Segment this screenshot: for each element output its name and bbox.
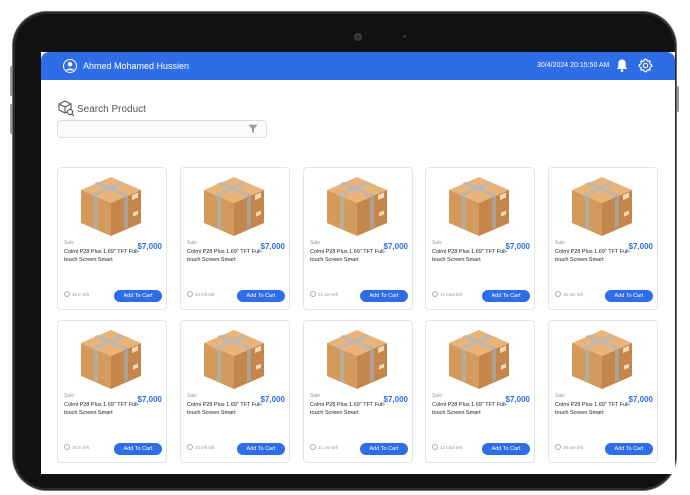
product-name: Colmi P28 Plus 1.69" TFT Full-touch Scre… bbox=[64, 402, 140, 416]
stock-icon bbox=[64, 291, 70, 297]
stock-label: 33 left left bbox=[195, 291, 215, 297]
add-to-cart-button[interactable]: Add To Cart bbox=[482, 290, 530, 302]
stock-info: 12 total left bbox=[432, 291, 462, 297]
product-card[interactable]: Sale $7,000 Colmi P28 Plus 1.69" TFT Ful… bbox=[180, 167, 290, 310]
stock-info: 35 are left bbox=[555, 291, 583, 297]
stock-icon bbox=[64, 444, 70, 450]
stock-icon bbox=[187, 291, 193, 297]
product-price: $7,000 bbox=[260, 242, 285, 251]
stock-label: 21 are left bbox=[318, 444, 339, 450]
sensor-dot bbox=[403, 35, 406, 38]
sale-badge: Sale bbox=[310, 240, 321, 246]
tablet-frame: Ahmed Mohamed Hussien 30/4/2024 20:15:50… bbox=[13, 12, 676, 490]
stock-icon bbox=[432, 444, 438, 450]
stock-info: 33 left left bbox=[187, 291, 215, 297]
add-to-cart-button[interactable]: Add To Cart bbox=[482, 443, 530, 455]
product-price: $7,000 bbox=[628, 395, 653, 404]
cardboard-box-icon bbox=[449, 330, 509, 389]
product-price: $7,000 bbox=[505, 242, 530, 251]
stock-info: 21 are left bbox=[310, 291, 338, 297]
stock-label: 35 are left bbox=[563, 444, 584, 450]
stock-label: 12 total left bbox=[440, 444, 463, 450]
add-to-cart-button[interactable]: Add To Cart bbox=[237, 443, 285, 455]
product-name: Colmi P28 Plus 1.69" TFT Full-touch Scre… bbox=[310, 249, 386, 263]
sale-badge: Sale bbox=[432, 393, 443, 399]
product-price: $7,000 bbox=[260, 395, 285, 404]
product-name: Colmi P28 Plus 1.69" TFT Full-touch Scre… bbox=[555, 402, 631, 416]
stock-label: 35 in left bbox=[72, 291, 90, 297]
add-to-cart-button[interactable]: Add To Cart bbox=[114, 290, 162, 302]
product-card[interactable]: Sale $7,000 Colmi P28 Plus 1.69" TFT Ful… bbox=[548, 320, 658, 463]
stock-label: 35 in left bbox=[72, 444, 90, 450]
stock-icon bbox=[310, 444, 316, 450]
product-price: $7,000 bbox=[505, 395, 530, 404]
product-price: $7,000 bbox=[383, 242, 408, 251]
sale-badge: Sale bbox=[187, 393, 198, 399]
stock-info: 33 left left bbox=[187, 444, 215, 450]
cardboard-box-icon bbox=[204, 177, 264, 236]
stock-icon bbox=[555, 291, 561, 297]
add-to-cart-button[interactable]: Add To Cart bbox=[237, 290, 285, 302]
sale-badge: Sale bbox=[555, 393, 566, 399]
cardboard-box-icon bbox=[327, 330, 387, 389]
stock-label: 35 are left bbox=[563, 291, 584, 297]
cardboard-box-icon bbox=[81, 330, 141, 389]
cardboard-box-icon bbox=[572, 330, 632, 389]
product-name: Colmi P28 Plus 1.69" TFT Full-touch Scre… bbox=[555, 249, 631, 263]
add-to-cart-button[interactable]: Add To Cart bbox=[360, 443, 408, 455]
stock-info: 35 are left bbox=[555, 444, 583, 450]
add-to-cart-button[interactable]: Add To Cart bbox=[114, 443, 162, 455]
product-card[interactable]: Sale $7,000 Colmi P28 Plus 1.69" TFT Ful… bbox=[303, 320, 413, 463]
add-to-cart-button[interactable]: Add To Cart bbox=[360, 290, 408, 302]
stock-info: 35 in left bbox=[64, 291, 89, 297]
sale-badge: Sale bbox=[555, 240, 566, 246]
stock-info: 35 in left bbox=[64, 444, 89, 450]
add-to-cart-button[interactable]: Add To Cart bbox=[605, 290, 653, 302]
app-screen: Ahmed Mohamed Hussien 30/4/2024 20:15:50… bbox=[41, 52, 675, 474]
sale-badge: Sale bbox=[64, 393, 75, 399]
product-card[interactable]: Sale $7,000 Colmi P28 Plus 1.69" TFT Ful… bbox=[57, 320, 167, 463]
sale-badge: Sale bbox=[187, 240, 198, 246]
product-name: Colmi P28 Plus 1.69" TFT Full-touch Scre… bbox=[310, 402, 386, 416]
cardboard-box-icon bbox=[572, 177, 632, 236]
stock-label: 33 left left bbox=[195, 444, 215, 450]
product-name: Colmi P28 Plus 1.69" TFT Full-touch Scre… bbox=[432, 402, 508, 416]
product-card[interactable]: Sale $7,000 Colmi P28 Plus 1.69" TFT Ful… bbox=[303, 167, 413, 310]
sale-badge: Sale bbox=[432, 240, 443, 246]
add-to-cart-button[interactable]: Add To Cart bbox=[605, 443, 653, 455]
product-card[interactable]: Sale $7,000 Colmi P28 Plus 1.69" TFT Ful… bbox=[548, 167, 658, 310]
product-card[interactable]: Sale $7,000 Colmi P28 Plus 1.69" TFT Ful… bbox=[425, 320, 535, 463]
cardboard-box-icon bbox=[81, 177, 141, 236]
stock-label: 21 are left bbox=[318, 291, 339, 297]
stock-label: 12 total left bbox=[440, 291, 463, 297]
stock-icon bbox=[555, 444, 561, 450]
product-name: Colmi P28 Plus 1.69" TFT Full-touch Scre… bbox=[187, 249, 263, 263]
tablet-side-button bbox=[676, 86, 679, 112]
sale-badge: Sale bbox=[310, 393, 321, 399]
cardboard-box-icon bbox=[449, 177, 509, 236]
camera-icon bbox=[354, 33, 362, 41]
stock-info: 21 are left bbox=[310, 444, 338, 450]
product-grid: Sale $7,000 Colmi P28 Plus 1.69" TFT Ful… bbox=[41, 52, 675, 474]
product-price: $7,000 bbox=[137, 395, 162, 404]
cardboard-box-icon bbox=[327, 177, 387, 236]
product-card[interactable]: Sale $7,000 Colmi P28 Plus 1.69" TFT Ful… bbox=[425, 167, 535, 310]
product-card[interactable]: Sale $7,000 Colmi P28 Plus 1.69" TFT Ful… bbox=[180, 320, 290, 463]
product-name: Colmi P28 Plus 1.69" TFT Full-touch Scre… bbox=[432, 249, 508, 263]
stock-icon bbox=[187, 444, 193, 450]
product-price: $7,000 bbox=[137, 242, 162, 251]
product-price: $7,000 bbox=[383, 395, 408, 404]
stock-icon bbox=[432, 291, 438, 297]
product-price: $7,000 bbox=[628, 242, 653, 251]
stock-icon bbox=[310, 291, 316, 297]
cardboard-box-icon bbox=[204, 330, 264, 389]
sale-badge: Sale bbox=[64, 240, 75, 246]
stock-info: 12 total left bbox=[432, 444, 462, 450]
product-name: Colmi P28 Plus 1.69" TFT Full-touch Scre… bbox=[187, 402, 263, 416]
product-card[interactable]: Sale $7,000 Colmi P28 Plus 1.69" TFT Ful… bbox=[57, 167, 167, 310]
product-name: Colmi P28 Plus 1.69" TFT Full-touch Scre… bbox=[64, 249, 140, 263]
